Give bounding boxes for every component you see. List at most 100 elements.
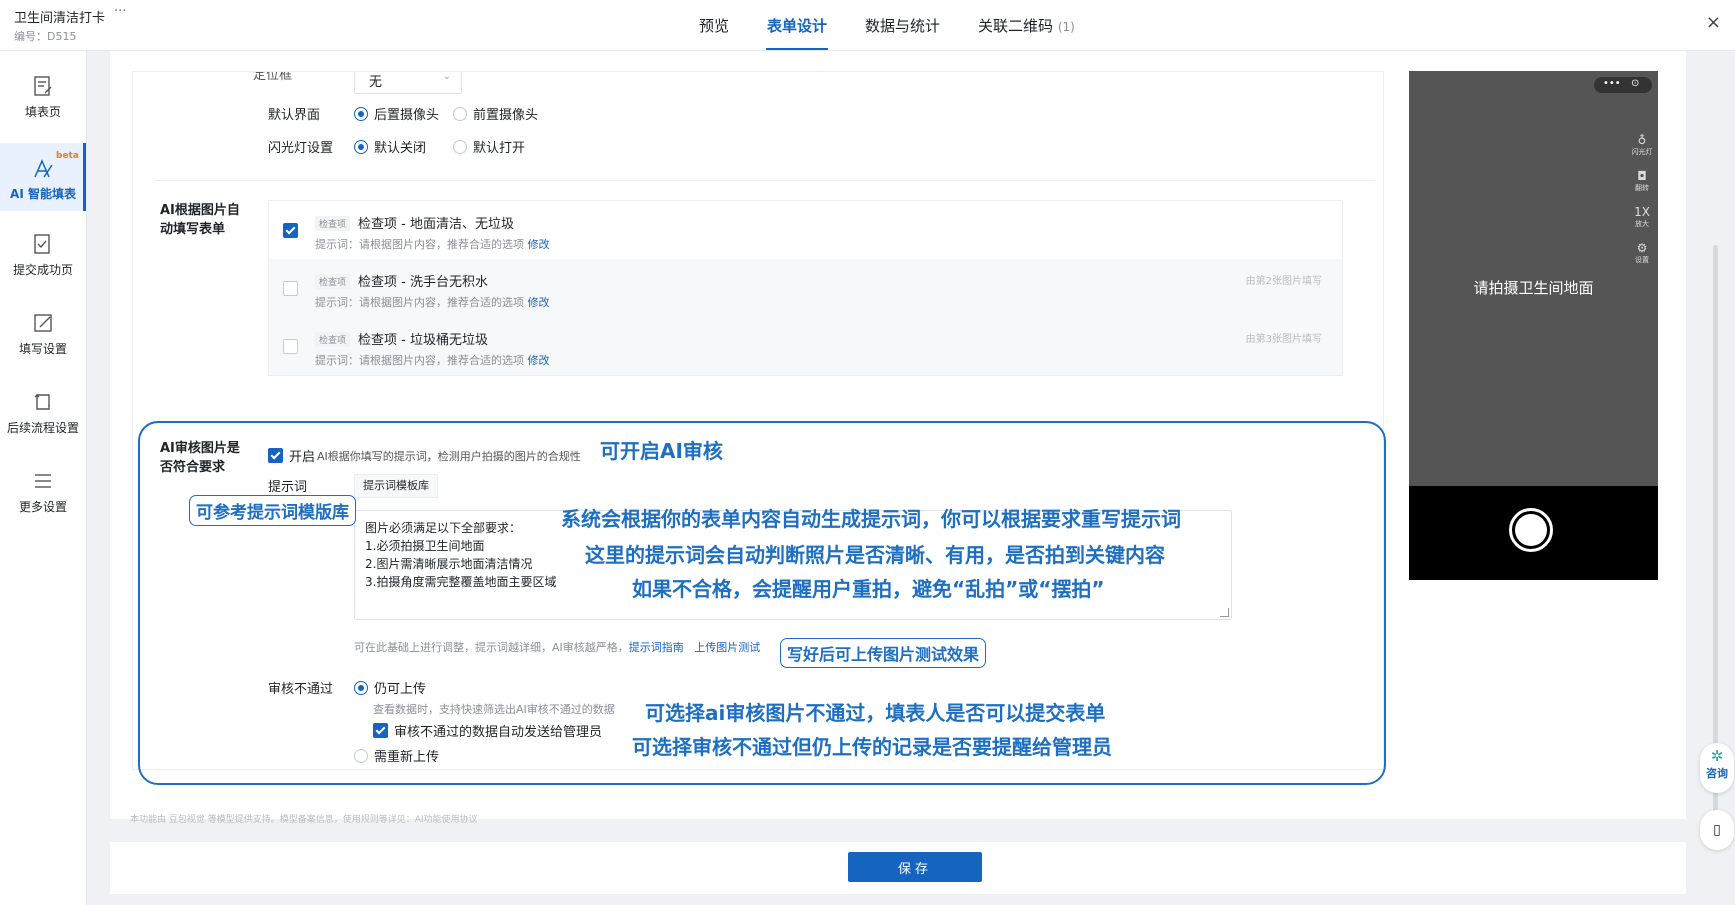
annotation-fail-line1: 可选择ai审核图片不通过，填表人是否可以提交表单 bbox=[645, 701, 1106, 725]
sidebar-item-ai-fill[interactable]: beta AI 智能填表 bbox=[0, 143, 86, 211]
beta-badge: beta bbox=[56, 151, 79, 161]
cut-label: 定位框 bbox=[253, 71, 293, 83]
radio-reupload[interactable]: 需重新上传 bbox=[354, 746, 439, 765]
item-checkbox[interactable] bbox=[283, 281, 298, 298]
phone-capsule: ••• ⊙ bbox=[1594, 77, 1652, 93]
flip-tool[interactable]: ◘ 翻转 bbox=[1627, 169, 1657, 193]
gear-icon: ⚙ bbox=[1636, 241, 1648, 255]
more-settings-icon bbox=[35, 474, 51, 488]
sidebar-item-workflow[interactable]: 后续流程设置 bbox=[0, 377, 86, 445]
annotation-prompt-line2: 这里的提示词会自动判断照片是否清晰、有用，是否拍到关键内容 bbox=[585, 543, 1165, 567]
sidebar-item-label: AI 智能填表 bbox=[10, 187, 76, 201]
ai-review-label: AI审核图片是否符合要求 bbox=[160, 441, 240, 475]
phone-camera-preview: ••• ⊙ ♁ 闪光灯 ◘ 翻转 1X 放大 ⚙ 设置 请拍摄卫生间地面 bbox=[1409, 71, 1658, 580]
tab-form-design[interactable]: 表单设计 bbox=[748, 0, 846, 50]
item-checkbox[interactable] bbox=[283, 339, 298, 356]
sidebar-item-submit-success[interactable]: 提交成功页 bbox=[0, 219, 86, 287]
prompt-guide-link[interactable]: 提示词指南 bbox=[629, 641, 684, 654]
checkbox-unchecked-icon bbox=[283, 281, 298, 296]
save-bar: 保存 bbox=[110, 842, 1686, 894]
item-hint: 提示词：请根据图片内容，推荐合适的选项 bbox=[315, 238, 524, 251]
clipboard-button[interactable]: ▯ bbox=[1700, 810, 1734, 850]
submit-success-icon bbox=[34, 234, 50, 254]
close-icon[interactable]: × bbox=[1706, 12, 1721, 33]
settings-tool[interactable]: ⚙ 设置 bbox=[1627, 241, 1657, 265]
app-title: 卫生间清洁打卡 bbox=[14, 11, 106, 26]
more-icon[interactable]: ··· bbox=[114, 4, 126, 19]
notify-admin-checkbox[interactable]: 审核不通过的数据自动发送给管理员 bbox=[373, 721, 602, 740]
list-item: 检查项 检查项 - 洗手台无积水 提示词：请根据图片内容，推荐合适的选项 修改 由… bbox=[269, 259, 1342, 318]
top-header: 卫生间清洁打卡 ··· 编号：D515 预览 表单设计 数据与统计 关联二维码 … bbox=[0, 0, 1735, 51]
annotation-upload-test: 写好后可上传图片测试效果 bbox=[780, 638, 987, 668]
frame-select-value: 无 bbox=[369, 75, 383, 90]
flashlight-icon: ♁ bbox=[1637, 133, 1647, 147]
target-icon[interactable]: ⊙ bbox=[1631, 78, 1639, 89]
consult-button[interactable]: ✲ 咨询 bbox=[1700, 743, 1734, 793]
sidebar-item-form-page[interactable]: 填表页 bbox=[0, 61, 86, 129]
clipboard-icon: ▯ bbox=[1713, 822, 1721, 838]
more-icon[interactable]: ••• bbox=[1603, 78, 1621, 89]
list-item: 检查项 检查项 - 地面清洁、无垃圾 提示词：请根据图片内容，推荐合适的选项 修改 bbox=[269, 201, 1342, 260]
sidebar-item-label: 提交成功页 bbox=[12, 263, 73, 277]
resize-handle[interactable] bbox=[1220, 608, 1229, 617]
annotation-fail-line2: 可选择审核不通过但仍上传的记录是否要提醒给管理员 bbox=[632, 735, 1112, 759]
zoom-tool[interactable]: 1X 放大 bbox=[1627, 205, 1657, 229]
camera-prompt: 请拍摄卫生间地面 bbox=[1473, 279, 1594, 297]
item-title: 检查项 - 地面清洁、无垃圾 bbox=[358, 217, 514, 232]
item-hint: 提示词：请根据图片内容，推荐合适的选项 bbox=[315, 354, 524, 367]
sidebar-item-label: 填写设置 bbox=[18, 342, 67, 356]
zoom-icon: 1X bbox=[1634, 205, 1650, 219]
form-settings-panel: 定位框 无 ⌄ 默认界面 后置摄像头 前置摄像头 闪光灯设置 默认关闭 默认打开… bbox=[132, 71, 1384, 770]
radio-on-icon bbox=[354, 681, 368, 695]
radio-off-icon bbox=[453, 140, 467, 154]
sidebar-item-label: 更多设置 bbox=[18, 500, 67, 514]
form-page-icon bbox=[34, 76, 52, 96]
footer-note: 本功能由 豆包视觉 等模型提供支持。模型备案信息，使用规则等详见：AI功能使用协… bbox=[130, 815, 478, 825]
shutter-button[interactable] bbox=[1509, 508, 1553, 552]
tab-qrcode[interactable]: 关联二维码 (1) bbox=[959, 0, 1094, 50]
tab-data-stats[interactable]: 数据与统计 bbox=[846, 0, 959, 50]
annotation-prompt-line3: 如果不合格，会提醒用户重拍，避免“乱拍”或“摆拍” bbox=[632, 577, 1105, 601]
frame-select[interactable]: 无 ⌄ bbox=[354, 71, 462, 94]
radio-flash-off[interactable]: 默认关闭 bbox=[354, 137, 426, 156]
fill-settings-icon bbox=[34, 314, 52, 332]
sidebar: 填表页 beta AI 智能填表 提交成功页 填写设置 后续流程设置 更多设置 bbox=[0, 51, 87, 905]
sidebar-item-more-settings[interactable]: 更多设置 bbox=[0, 456, 86, 524]
item-source: 由第2张图片填写 bbox=[1245, 276, 1322, 287]
edit-link[interactable]: 修改 bbox=[528, 354, 550, 367]
radio-back-camera[interactable]: 后置摄像头 bbox=[354, 104, 439, 123]
fail-label: 审核不通过 bbox=[268, 682, 334, 697]
pinwheel-icon: ✲ bbox=[1710, 747, 1724, 765]
edit-link[interactable]: 修改 bbox=[528, 238, 550, 251]
annotation-prompt-line1: 系统会根据你的表单内容自动生成提示词，你可以根据要求重写提示词 bbox=[561, 507, 1181, 531]
sidebar-item-fill-settings[interactable]: 填写设置 bbox=[0, 298, 86, 366]
prompt-template-button[interactable]: 提示词模板库 bbox=[354, 474, 438, 498]
ai-review-toggle[interactable]: 开启 bbox=[268, 446, 315, 465]
edit-link[interactable]: 修改 bbox=[528, 296, 550, 309]
prompt-text: 图片必须满足以下全部要求： 1.必须拍摄卫生间地面 2.图片需清晰展示地面清洁情… bbox=[365, 521, 557, 589]
save-button[interactable]: 保存 bbox=[848, 852, 982, 882]
item-checkbox[interactable] bbox=[283, 223, 298, 240]
checkbox-checked-icon bbox=[268, 448, 283, 463]
form-id: 编号：D515 bbox=[14, 30, 77, 43]
ai-fill-items: 检查项 检查项 - 地面清洁、无垃圾 提示词：请根据图片内容，推荐合适的选项 修改… bbox=[268, 200, 1343, 376]
radio-flash-on[interactable]: 默认打开 bbox=[453, 137, 525, 156]
workflow-icon bbox=[34, 394, 50, 410]
list-item: 检查项 检查项 - 垃圾桶无垃圾 提示词：请根据图片内容，推荐合适的选项 修改 由… bbox=[269, 317, 1342, 375]
sidebar-item-label: 填表页 bbox=[24, 105, 61, 119]
section-divider bbox=[155, 180, 1375, 181]
upload-test-link[interactable]: 上传图片测试 bbox=[694, 641, 760, 654]
chevron-down-icon: ⌄ bbox=[442, 71, 451, 82]
radio-still-upload[interactable]: 仍可上传 bbox=[354, 678, 426, 697]
fail-opt1-desc: 查看数据时，支持快速筛选出AI审核不通过的数据 bbox=[373, 703, 615, 716]
ai-fill-label: AI根据图片自动填写表单 bbox=[160, 203, 240, 237]
radio-front-camera[interactable]: 前置摄像头 bbox=[453, 104, 538, 123]
sidebar-item-label: 后续流程设置 bbox=[6, 421, 79, 435]
annotation-enable: 可开启AI审核 bbox=[600, 439, 723, 463]
checkbox-unchecked-icon bbox=[283, 339, 298, 354]
tab-preview[interactable]: 预览 bbox=[680, 0, 748, 50]
annotation-template: 可参考提示词模版库 bbox=[189, 495, 356, 526]
item-tag: 检查项 bbox=[315, 274, 351, 289]
flash-label: 闪光灯设置 bbox=[268, 141, 334, 156]
flashlight-tool[interactable]: ♁ 闪光灯 bbox=[1627, 133, 1657, 157]
